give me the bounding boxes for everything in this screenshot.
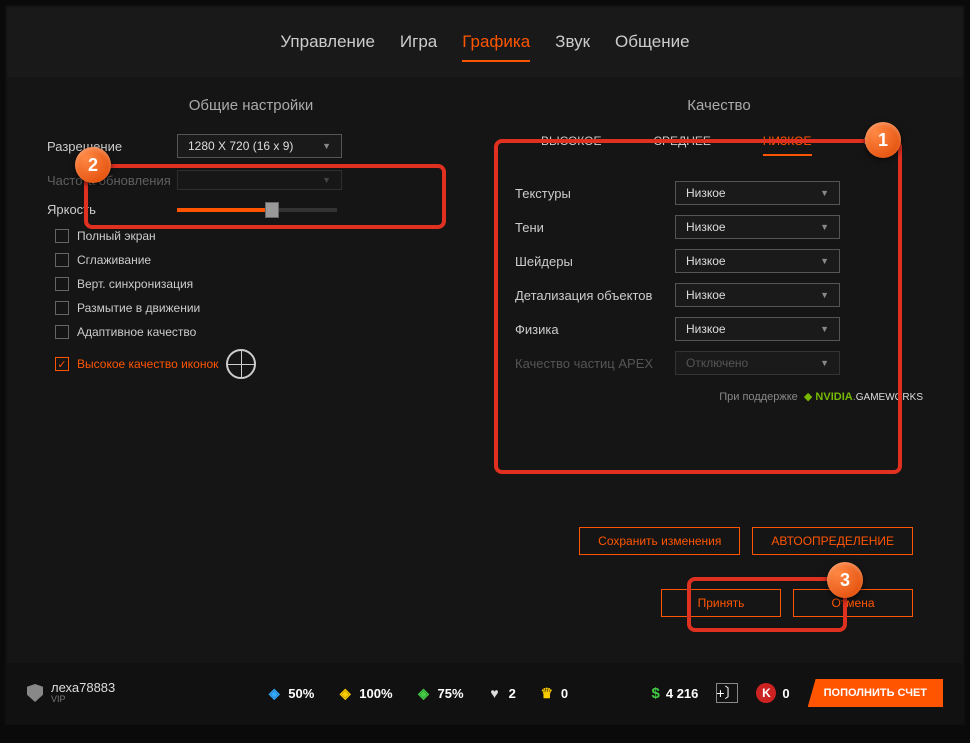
k-icon: K bbox=[756, 683, 776, 703]
stat-2[interactable]: ◈100% bbox=[336, 684, 392, 702]
physics-label: Физика bbox=[515, 322, 675, 337]
stat-5[interactable]: ♛0 bbox=[538, 684, 568, 702]
crown-icon: ♛ bbox=[538, 684, 556, 702]
motion-blur-checkbox[interactable] bbox=[55, 301, 69, 315]
textures-dropdown[interactable]: Низкое▼ bbox=[675, 181, 840, 205]
topup-button[interactable]: ПОПОЛНИТЬ СЧЕТ bbox=[808, 679, 943, 707]
arrow-icon: ◈ bbox=[415, 684, 433, 702]
vip-label: VIP bbox=[51, 695, 115, 705]
antialiasing-checkbox[interactable] bbox=[55, 253, 69, 267]
nvidia-credit: При поддержке ◆ NVIDIA.GAMEWORKS bbox=[515, 390, 923, 403]
user-info[interactable]: леха78883 VIP bbox=[27, 681, 115, 705]
diamond-icon: ◈ bbox=[265, 684, 283, 702]
autodetect-button[interactable]: АВТООПРЕДЕЛЕНИЕ bbox=[752, 527, 913, 555]
general-settings-panel: Общие настройки Разрешение 1280 X 720 (1… bbox=[47, 97, 455, 403]
username: леха78883 bbox=[51, 681, 115, 695]
detail-dropdown[interactable]: Низкое▼ bbox=[675, 283, 840, 307]
chevron-down-icon: ▼ bbox=[322, 175, 331, 185]
annotation-number-3: 3 bbox=[827, 562, 863, 598]
chevron-down-icon: ▼ bbox=[322, 141, 331, 151]
shadows-dropdown[interactable]: Низкое▼ bbox=[675, 215, 840, 239]
vsync-checkbox[interactable] bbox=[55, 277, 69, 291]
quality-preset-tabs: ВЫСОКОЕ СРЕДНЕЕ НИЗКОЕ СВОЕ bbox=[515, 134, 923, 156]
stats-group: ◈50% ◈100% ◈75% ♥2 ♛0 bbox=[265, 684, 568, 702]
heart-icon: ♥ bbox=[486, 684, 504, 702]
money-group: $4 216 +〕 K0 ПОПОЛНИТЬ СЧЕТ bbox=[652, 679, 943, 707]
icon-quality-label: Высокое качество иконок bbox=[77, 357, 218, 371]
quality-panel: Качество ВЫСОКОЕ СРЕДНЕЕ НИЗКОЕ СВОЕ Тек… bbox=[515, 97, 923, 403]
lightning-icon: ◈ bbox=[336, 684, 354, 702]
shaders-dropdown[interactable]: Низкое▼ bbox=[675, 249, 840, 273]
apex-dropdown: Отключено▼ bbox=[675, 351, 840, 375]
brightness-label: Яркость bbox=[47, 202, 177, 217]
shaders-label: Шейдеры bbox=[515, 254, 675, 269]
stat-3[interactable]: ◈75% bbox=[415, 684, 464, 702]
accept-button[interactable]: Принять bbox=[661, 589, 781, 617]
adaptive-checkbox[interactable] bbox=[55, 325, 69, 339]
buttons-row-1: Сохранить изменения АВТООПРЕДЕЛЕНИЕ bbox=[579, 527, 913, 555]
k-balance[interactable]: K0 bbox=[756, 683, 789, 703]
money-balance[interactable]: $4 216 bbox=[652, 685, 699, 702]
physics-dropdown[interactable]: Низкое▼ bbox=[675, 317, 840, 341]
tab-game[interactable]: Игра bbox=[400, 32, 437, 62]
fullscreen-checkbox[interactable] bbox=[55, 229, 69, 243]
bottom-bar: леха78883 VIP ◈50% ◈100% ◈75% ♥2 ♛0 $4 2… bbox=[7, 663, 963, 723]
quality-title: Качество bbox=[515, 97, 923, 114]
antialiasing-label: Сглаживание bbox=[77, 253, 151, 267]
refresh-dropdown[interactable]: ▼ bbox=[177, 170, 342, 190]
motion-blur-label: Размытие в движении bbox=[77, 301, 200, 315]
brightness-slider[interactable] bbox=[177, 208, 337, 212]
annotation-number-1: 1 bbox=[865, 122, 901, 158]
resolution-label: Разрешение bbox=[47, 139, 177, 154]
detail-label: Детализация объектов bbox=[515, 288, 675, 303]
quality-tab-low[interactable]: НИЗКОЕ bbox=[763, 134, 812, 156]
stat-1[interactable]: ◈50% bbox=[265, 684, 314, 702]
tab-control[interactable]: Управление bbox=[280, 32, 375, 62]
resolution-value: 1280 X 720 (16 x 9) bbox=[188, 139, 293, 153]
tab-chat[interactable]: Общение bbox=[615, 32, 690, 62]
save-button[interactable]: Сохранить изменения bbox=[579, 527, 740, 555]
refresh-label: Частота обновления bbox=[47, 173, 177, 188]
general-settings-title: Общие настройки bbox=[47, 97, 455, 114]
quality-tab-medium[interactable]: СРЕДНЕЕ bbox=[653, 134, 710, 156]
slider-thumb[interactable] bbox=[265, 202, 279, 218]
quality-tab-high[interactable]: ВЫСОКОЕ bbox=[541, 134, 602, 156]
resolution-dropdown[interactable]: 1280 X 720 (16 x 9) ▼ bbox=[177, 134, 342, 158]
annotation-number-2: 2 bbox=[75, 147, 111, 183]
adaptive-label: Адаптивное качество bbox=[77, 325, 196, 339]
buttons-row-2: Принять Отмена bbox=[661, 589, 913, 617]
vsync-label: Верт. синхронизация bbox=[77, 277, 193, 291]
shield-icon bbox=[27, 684, 43, 702]
tab-sound[interactable]: Звук bbox=[555, 32, 590, 62]
add-funds-button[interactable]: +〕 bbox=[716, 683, 738, 703]
shadows-label: Тени bbox=[515, 220, 675, 235]
settings-tabs: Управление Игра Графика Звук Общение bbox=[7, 7, 963, 77]
tab-graphics[interactable]: Графика bbox=[462, 32, 530, 62]
icon-quality-checkbox[interactable] bbox=[55, 357, 69, 371]
fullscreen-label: Полный экран bbox=[77, 229, 156, 243]
dollar-icon: $ bbox=[652, 685, 660, 702]
apex-label: Качество частиц APEX bbox=[515, 356, 675, 371]
stat-4[interactable]: ♥2 bbox=[486, 684, 516, 702]
crosshair-icon bbox=[226, 349, 256, 379]
textures-label: Текстуры bbox=[515, 186, 675, 201]
